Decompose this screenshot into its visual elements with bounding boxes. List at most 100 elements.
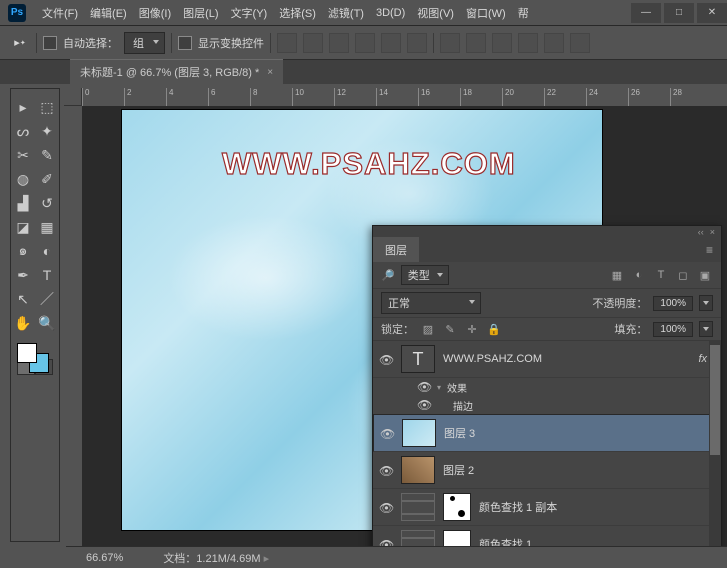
fill-value[interactable]: 100% [653, 322, 693, 337]
layer-name[interactable]: WWW.PSAHZ.COM [443, 353, 542, 365]
show-transform-label: 显示变换控件 [198, 35, 264, 51]
window-close[interactable]: ✕ [697, 3, 727, 23]
distribute-icon[interactable] [466, 33, 486, 53]
eyedropper-tool[interactable]: ✎ [35, 143, 59, 167]
document-tab-title: 未标题-1 @ 66.7% (图层 3, RGB/8) * [80, 64, 259, 80]
move-tool[interactable]: ▸ [11, 95, 35, 119]
filter-type-icon[interactable]: T [653, 268, 669, 282]
layer-row[interactable]: 👁 颜色查找 1 副本 [373, 489, 721, 526]
brush-tool[interactable]: ✐ [35, 167, 59, 191]
opacity-value[interactable]: 100% [653, 296, 693, 311]
menu-3d[interactable]: 3D(D) [370, 3, 411, 23]
eraser-tool[interactable]: ◪ [11, 215, 35, 239]
history-brush-tool[interactable]: ↺ [35, 191, 59, 215]
layer-name[interactable]: 图层 2 [443, 462, 474, 478]
scroll-thumb[interactable] [710, 345, 720, 455]
close-tab-icon[interactable]: × [267, 67, 273, 78]
menu-window[interactable]: 窗口(W) [460, 1, 512, 25]
menu-select[interactable]: 选择(S) [273, 1, 322, 25]
menu-view[interactable]: 视图(V) [411, 1, 460, 25]
visibility-icon[interactable]: 👁 [379, 353, 393, 365]
distribute-icon[interactable] [518, 33, 538, 53]
canvas-text: WWW.PSAHZ.COM [222, 146, 516, 182]
vertical-ruler [64, 106, 82, 546]
align-icon[interactable] [303, 33, 323, 53]
gradient-tool[interactable]: ▦ [35, 215, 59, 239]
fill-dropdown[interactable] [699, 321, 713, 337]
filter-smart-icon[interactable]: ▣ [697, 268, 713, 282]
pen-tool[interactable]: ✒ [11, 263, 35, 287]
opacity-dropdown[interactable] [699, 295, 713, 311]
filter-pixel-icon[interactable]: ▦ [609, 268, 625, 282]
layer-row[interactable]: 👁 图层 2 [373, 452, 721, 489]
healing-tool[interactable]: ◍ [11, 167, 35, 191]
filter-adjust-icon[interactable]: ◐ [631, 268, 647, 282]
menu-file[interactable]: 文件(F) [36, 1, 84, 25]
crop-tool[interactable]: ✂ [11, 143, 35, 167]
auto-select-dropdown[interactable]: 组 [124, 32, 165, 54]
lock-all-icon[interactable]: 🔒 [486, 322, 502, 336]
visibility-icon[interactable]: 👁 [380, 427, 394, 439]
layer-name[interactable]: 图层 3 [444, 425, 475, 441]
menu-image[interactable]: 图像(I) [133, 1, 177, 25]
magic-wand-tool[interactable]: ✦ [35, 119, 59, 143]
menu-filter[interactable]: 滤镜(T) [322, 1, 370, 25]
zoom-tool[interactable]: 🔍 [35, 311, 59, 335]
collapse-icon[interactable]: ‹‹ [698, 227, 704, 237]
zoom-level[interactable]: 66.67% [86, 552, 123, 564]
move-tool-icon: ▸✦ [10, 33, 30, 53]
foreground-color[interactable] [17, 343, 37, 363]
visibility-icon[interactable]: 👁 [379, 464, 393, 476]
distribute-icon[interactable] [440, 33, 460, 53]
hand-tool[interactable]: ✋ [11, 311, 35, 335]
doc-size[interactable]: 文档：1.21M/4.69M [163, 550, 269, 566]
distribute-icon[interactable] [544, 33, 564, 53]
kind-filter[interactable]: 类型 [401, 265, 449, 285]
menu-layer[interactable]: 图层(L) [177, 1, 224, 25]
marquee-tool[interactable]: ⬚ [35, 95, 59, 119]
adjustment-icon [401, 493, 435, 521]
menu-edit[interactable]: 编辑(E) [84, 1, 133, 25]
align-icon[interactable] [381, 33, 401, 53]
effects-group[interactable]: 👁▾效果 [373, 378, 721, 396]
show-transform-checkbox[interactable] [178, 36, 192, 50]
window-maximize[interactable]: □ [664, 3, 694, 23]
distribute-icon[interactable] [492, 33, 512, 53]
layers-panel[interactable]: ‹‹× 图层 ≡ 🔎 类型 ▦ ◐ T ◻ ▣ 正常 不透明度： 100% 锁定… [372, 225, 722, 565]
stamp-tool[interactable]: ▟ [11, 191, 35, 215]
fill-label: 填充： [614, 321, 647, 337]
align-icon[interactable] [407, 33, 427, 53]
horizontal-ruler: 0246810121416182022242628 [82, 88, 727, 106]
lock-position-icon[interactable]: ✛ [464, 322, 480, 336]
scrollbar[interactable] [709, 341, 721, 564]
shape-tool[interactable]: ／ [35, 287, 59, 311]
layer-name[interactable]: 颜色查找 1 副本 [479, 499, 557, 515]
menu-type[interactable]: 文字(Y) [225, 1, 274, 25]
lock-transparent-icon[interactable]: ▨ [420, 322, 436, 336]
close-icon[interactable]: × [710, 227, 715, 237]
align-icon[interactable] [329, 33, 349, 53]
layer-row[interactable]: 👁 T WWW.PSAHZ.COM fx [373, 341, 721, 378]
visibility-icon[interactable]: 👁 [379, 501, 393, 513]
blend-mode-dropdown[interactable]: 正常 [381, 292, 481, 314]
layers-tab[interactable]: 图层 [373, 237, 419, 263]
type-tool[interactable]: T [35, 263, 59, 287]
lasso-tool[interactable]: ᔕ [11, 119, 35, 143]
effect-stroke[interactable]: 👁描边 [373, 396, 721, 414]
panel-menu-icon[interactable]: ≡ [698, 243, 721, 257]
path-select-tool[interactable]: ↖ [11, 287, 35, 311]
color-swatches[interactable] [11, 339, 59, 379]
window-minimize[interactable]: — [631, 3, 661, 23]
dodge-tool[interactable]: ◐ [35, 239, 59, 263]
align-icon[interactable] [355, 33, 375, 53]
document-tab[interactable]: 未标题-1 @ 66.7% (图层 3, RGB/8) * × [70, 59, 283, 84]
align-icon[interactable] [277, 33, 297, 53]
layer-row[interactable]: 👁 图层 3 [373, 414, 721, 452]
blur-tool[interactable]: ๑ [11, 239, 35, 263]
menu-help[interactable]: 帮 [512, 1, 535, 25]
distribute-icon[interactable] [570, 33, 590, 53]
filter-shape-icon[interactable]: ◻ [675, 268, 691, 282]
lock-pixels-icon[interactable]: ✎ [442, 322, 458, 336]
mask-thumbnail [443, 493, 471, 521]
auto-select-checkbox[interactable] [43, 36, 57, 50]
